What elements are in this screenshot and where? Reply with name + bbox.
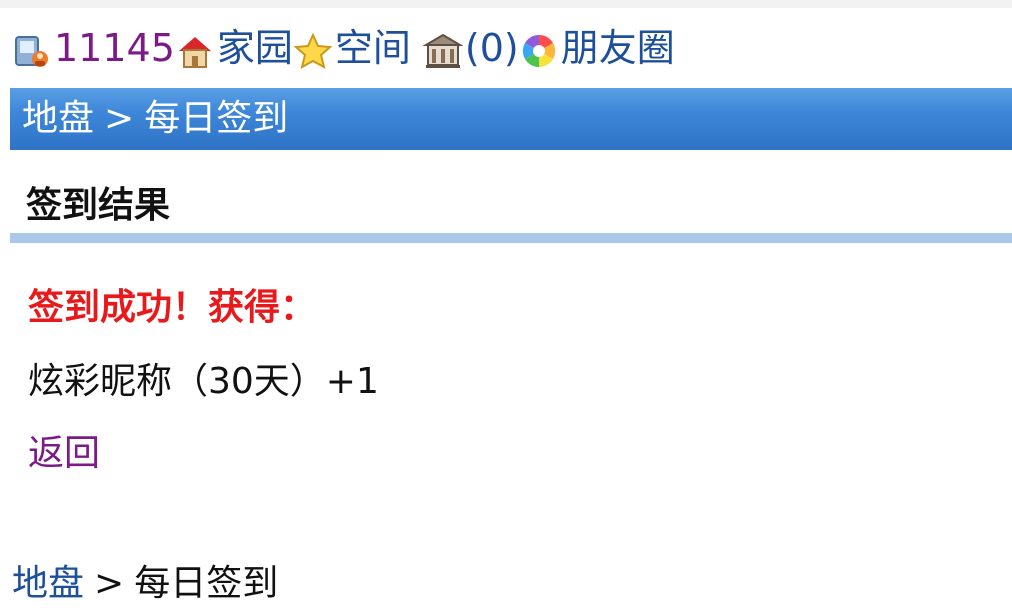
page-title-bar: 地盘 > 每日签到 (10, 88, 1012, 150)
top-divider (0, 0, 1012, 8)
space-label: 空间 (334, 26, 411, 71)
top-nav-bar: 11145 家园 空间 (0) 朋友圈 (12, 18, 675, 82)
home-label: 家园 (216, 26, 293, 71)
title-crumb-root: 地盘 (22, 98, 95, 139)
reward-text: 炫彩昵称（30天）+1 (28, 361, 379, 402)
user-id-text: 11145 (54, 26, 175, 71)
building-icon (422, 31, 463, 71)
title-crumb-current: 每日签到 (144, 98, 289, 139)
aperture-icon (519, 31, 559, 71)
footer-breadcrumb: 地盘 > 每日签到 (12, 554, 278, 606)
space-link[interactable]: 空间 (293, 29, 411, 71)
footer-crumb-current: 每日签到 (134, 563, 279, 604)
footer-crumb-root-link[interactable]: 地盘 (12, 563, 84, 604)
star-icon (293, 31, 333, 71)
notice-link[interactable]: (0) (422, 26, 519, 71)
user-link[interactable]: 11145 (12, 29, 175, 71)
success-message: 签到成功！获得： (28, 287, 317, 328)
friends-link[interactable]: 朋友圈 (519, 29, 675, 71)
footer-crumb-separator: > (94, 563, 125, 604)
page: 11145 家园 空间 (0) 朋友圈 地盘 > 每日签到 签到结果 签到成功！… (0, 0, 1012, 608)
house-icon (175, 31, 215, 71)
user-phone-icon (12, 31, 52, 71)
title-crumb-separator: > (104, 98, 135, 139)
home-link[interactable]: 家园 (175, 29, 293, 71)
notice-count: (0) (464, 26, 519, 71)
friends-label: 朋友圈 (560, 26, 675, 71)
section-divider (10, 233, 1012, 243)
back-link[interactable]: 返回 (28, 424, 100, 476)
section-title: 签到结果 (26, 185, 171, 226)
